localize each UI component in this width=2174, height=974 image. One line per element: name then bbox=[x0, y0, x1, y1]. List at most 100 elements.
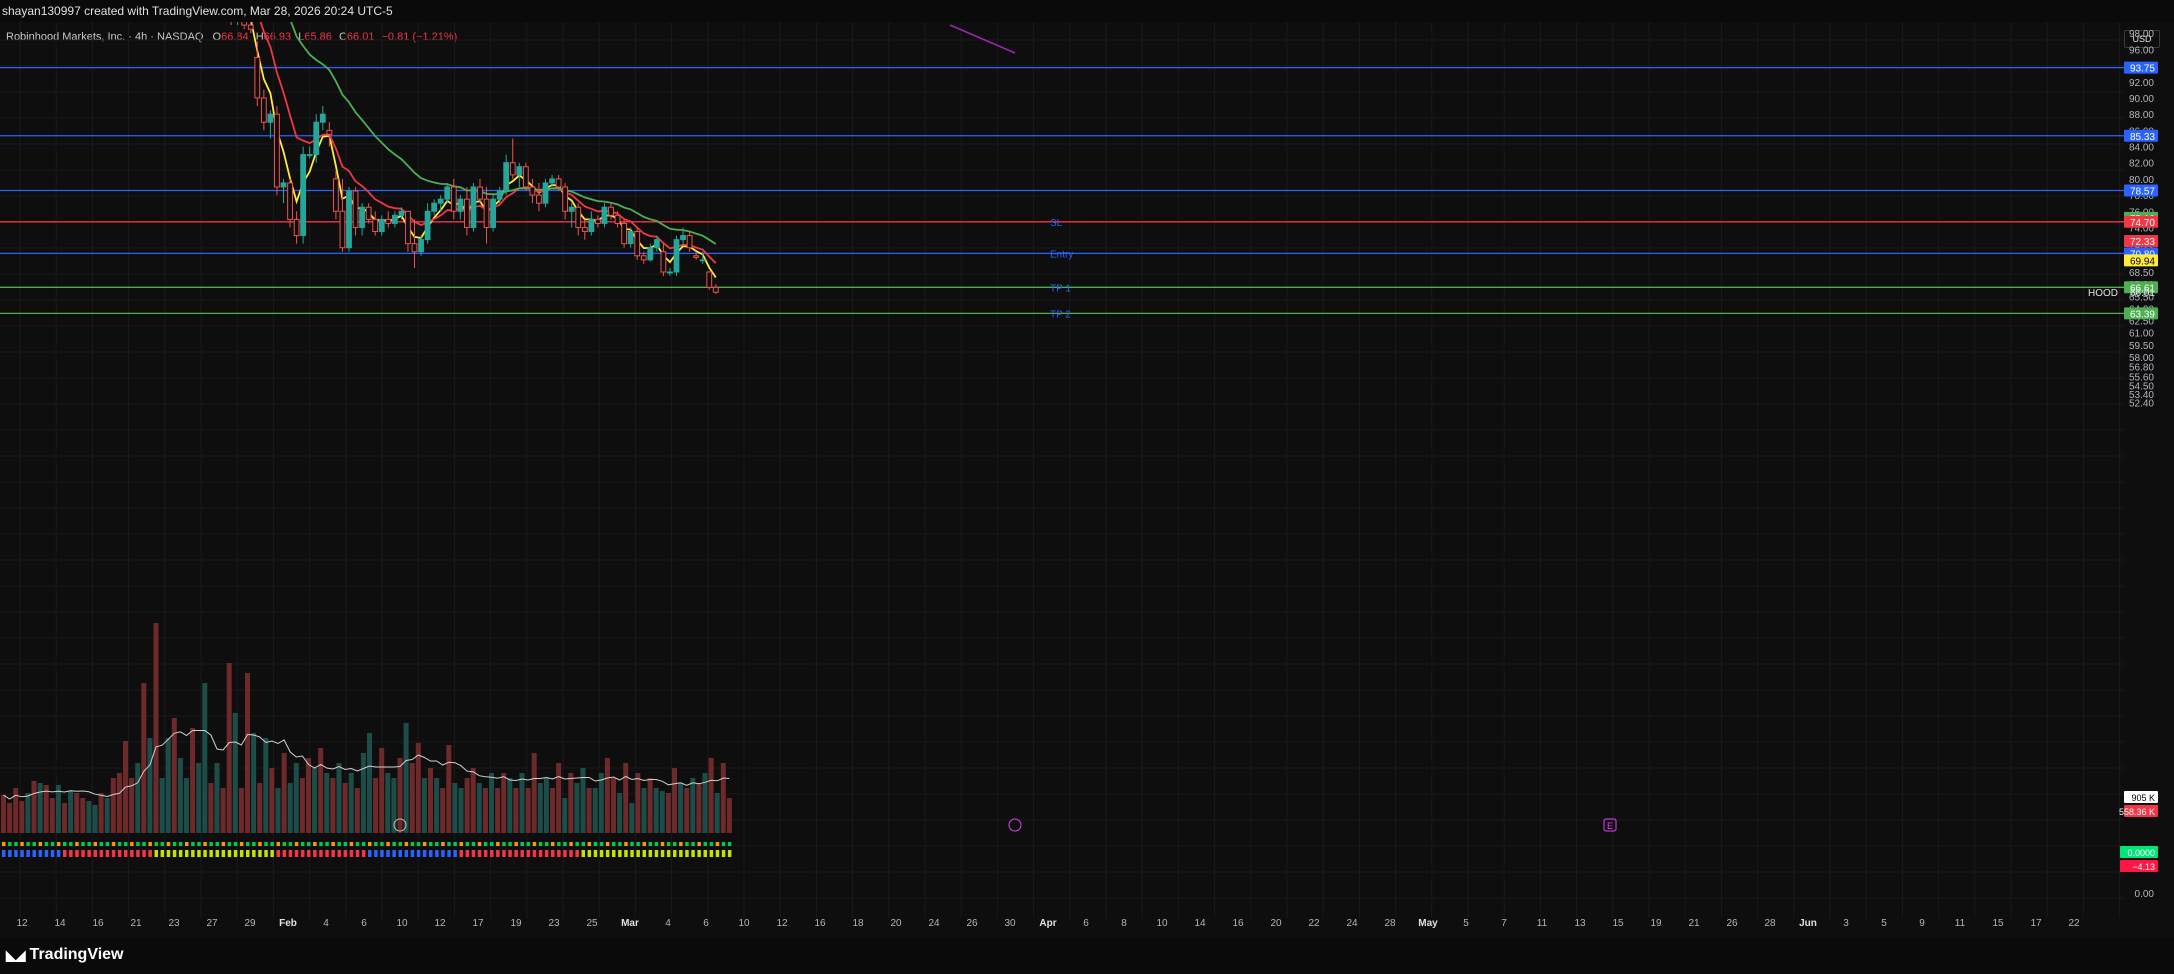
candle-body bbox=[647, 247, 654, 261]
volume-bar bbox=[196, 763, 202, 833]
volume-tag-value: 558.36 K bbox=[2119, 807, 2155, 817]
oscillator-bar bbox=[26, 850, 30, 857]
volume-bar bbox=[458, 788, 464, 833]
oscillator-dot bbox=[349, 842, 354, 846]
volume-bar bbox=[135, 763, 141, 833]
oscillator-bar bbox=[325, 850, 329, 857]
price-axis-label: 61.00 bbox=[2129, 329, 2154, 340]
oscillator-dot bbox=[38, 842, 43, 846]
oscillator-bar bbox=[239, 850, 244, 857]
volume-bar bbox=[202, 683, 208, 833]
oscillator-dot bbox=[215, 842, 219, 846]
oscillator-bar bbox=[514, 850, 518, 857]
oscillator-bar bbox=[87, 850, 91, 857]
time-axis-label: 17 bbox=[472, 918, 484, 929]
oscillator-dot bbox=[648, 842, 653, 846]
time-axis-label: 23 bbox=[168, 918, 180, 929]
volume-bar bbox=[13, 788, 19, 833]
candle-body bbox=[287, 182, 293, 220]
time-axis-label: 5 bbox=[1881, 918, 1887, 929]
candle-body bbox=[260, 97, 267, 123]
volume-bar bbox=[550, 788, 555, 833]
level-label: SL bbox=[1050, 218, 1063, 229]
price-tag-value: 72.33 bbox=[2130, 237, 2155, 248]
oscillator-dot bbox=[117, 842, 122, 846]
candle-body bbox=[267, 113, 274, 123]
oscillator-bar bbox=[416, 850, 421, 857]
oscillator-bar bbox=[124, 850, 128, 857]
volume-bar bbox=[562, 798, 568, 833]
time-axis-label: Mar bbox=[621, 918, 639, 929]
oscillator-dot bbox=[709, 842, 714, 846]
oscillator-bar bbox=[276, 850, 280, 857]
oscillator-dot bbox=[319, 842, 323, 846]
oscillator-dot bbox=[148, 842, 152, 846]
oscillator-dot bbox=[288, 842, 293, 846]
candle-body bbox=[247, 24, 254, 30]
oscillator-bar bbox=[673, 850, 677, 857]
horizontal-levels: SL Entry TP 1 TP 2 bbox=[0, 66, 2124, 320]
oscillator-dot bbox=[307, 842, 311, 846]
time-axis-label: 21 bbox=[1688, 918, 1700, 929]
volume-bar bbox=[684, 788, 690, 833]
oscillator-bar bbox=[386, 850, 390, 857]
oscillator-dot bbox=[63, 842, 67, 846]
candle-body bbox=[542, 182, 549, 204]
time-axis-label: 10 bbox=[738, 918, 750, 929]
volume-bar bbox=[604, 758, 610, 833]
candle-body bbox=[660, 251, 667, 273]
price-axis-label: 82.00 bbox=[2129, 159, 2154, 170]
price-axis-label: 96.00 bbox=[2129, 45, 2154, 56]
oscillator-bar bbox=[374, 850, 378, 857]
oscillator-dot bbox=[587, 842, 592, 846]
oscillator-dot bbox=[612, 842, 616, 846]
oscillator-dot bbox=[191, 842, 195, 846]
oscillator-dot bbox=[490, 842, 494, 846]
volume-bar bbox=[446, 745, 452, 833]
oscillator-dot bbox=[233, 842, 238, 846]
volume-bar bbox=[592, 788, 598, 833]
oscillator-bar bbox=[282, 850, 287, 857]
volume-bar bbox=[501, 773, 507, 833]
volume-bar bbox=[476, 783, 482, 833]
oscillator-bar bbox=[703, 850, 707, 857]
price-chart[interactable]: SLEntryTP 1TP 2 102.00100.0098.0096.0094… bbox=[0, 22, 2174, 938]
oscillator-dot bbox=[471, 842, 476, 846]
price-tag-value: 74.70 bbox=[2130, 218, 2155, 229]
oscillator-dot bbox=[502, 842, 506, 846]
price-axis-label: 0.00 bbox=[2135, 889, 2155, 900]
price-tag-value: 63.39 bbox=[2130, 309, 2155, 320]
oscillator-bar bbox=[526, 850, 531, 857]
time-axis-label: 6 bbox=[361, 918, 367, 929]
oscillator-dot bbox=[69, 842, 73, 846]
time-axis-label: 15 bbox=[1992, 918, 2004, 929]
candle-body bbox=[640, 255, 647, 261]
oscillator-dot bbox=[593, 842, 598, 846]
oscillator-bar bbox=[666, 850, 671, 857]
volume-tag-value: 905 K bbox=[2131, 793, 2155, 803]
price-axis-label: 100.00 bbox=[2123, 22, 2154, 24]
oscillator-bar bbox=[117, 850, 122, 857]
time-axis-label: 22 bbox=[1308, 918, 1320, 929]
tradingview-brand[interactable]: ◣◢ TradingView bbox=[6, 946, 124, 964]
oscillator-bar bbox=[392, 850, 396, 857]
oscillator-bar bbox=[569, 850, 573, 857]
time-axis-label: 5 bbox=[1463, 918, 1469, 929]
oscillator-tag-value: −4.13 bbox=[2132, 862, 2155, 872]
oscillator-dot bbox=[526, 842, 531, 846]
volume-bar bbox=[43, 785, 49, 833]
volume-bar bbox=[165, 738, 171, 833]
oscillator-bar bbox=[160, 850, 165, 857]
oscillator-dot bbox=[453, 842, 457, 846]
oscillator-bar bbox=[172, 850, 177, 857]
oscillator-bar bbox=[557, 850, 561, 857]
volume-bar bbox=[62, 803, 67, 833]
trend-line bbox=[949, 24, 1016, 54]
volume-bar bbox=[324, 773, 330, 833]
level-label: TP 1 bbox=[1050, 283, 1071, 294]
oscillator-dot bbox=[361, 842, 366, 846]
volume-bar bbox=[49, 798, 55, 833]
volume-bar bbox=[281, 753, 287, 833]
oscillator-dot bbox=[429, 842, 433, 846]
oscillator-bar bbox=[69, 850, 73, 857]
